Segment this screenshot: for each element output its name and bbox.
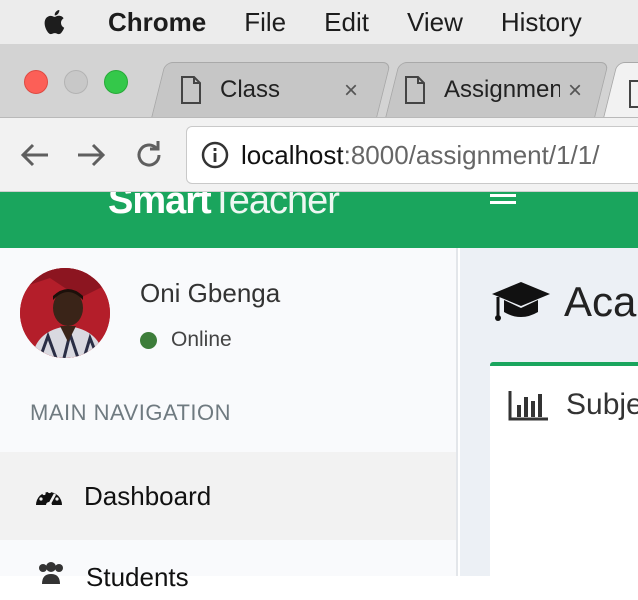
close-window-button[interactable] <box>24 70 48 94</box>
sidebar-item-label: Students <box>86 562 189 592</box>
forward-icon[interactable] <box>74 138 108 172</box>
box-title: Subjects <box>566 388 638 421</box>
browser-tabbar: Class × Assignment × <box>0 44 638 118</box>
app-header: SmartTeacher <box>0 192 638 248</box>
users-icon <box>39 562 63 584</box>
sidebar-toggle-icon[interactable] <box>490 194 516 208</box>
menu-history[interactable]: History <box>501 7 582 38</box>
tab-class[interactable]: Class <box>180 62 340 117</box>
menu-chrome[interactable]: Chrome <box>108 7 206 38</box>
sidebar-item-dashboard[interactable]: Dashboard <box>0 452 456 540</box>
logo-light: Teacher <box>210 192 340 222</box>
page-title: Academic <box>490 278 638 326</box>
user-name: Oni Gbenga <box>140 278 281 308</box>
tab-title: Class <box>220 76 281 103</box>
online-status-icon <box>140 331 157 349</box>
info-icon[interactable] <box>201 141 229 169</box>
menu-edit[interactable]: Edit <box>324 7 369 38</box>
sidebar: Oni Gbenga Online MAIN NAVIGATION Dashbo… <box>0 248 458 592</box>
main-content: Academic Subjects <box>460 248 638 576</box>
reload-icon[interactable] <box>132 138 166 172</box>
user-status-label: Online <box>171 328 232 351</box>
zoom-window-button[interactable] <box>104 70 128 94</box>
box-header: Subjects <box>508 388 638 422</box>
graduation-cap-icon <box>492 282 550 321</box>
minimize-window-button[interactable] <box>64 70 88 94</box>
logo-bold: Smart <box>108 192 212 222</box>
subjects-box: Subjects <box>490 362 638 576</box>
tab-title: Assignment <box>444 76 560 103</box>
page-title-text: Academic <box>564 278 638 325</box>
bar-chart-icon <box>508 391 548 421</box>
tab-assignment[interactable]: Assignment <box>404 62 560 117</box>
menu-file[interactable]: File <box>244 7 286 38</box>
page-icon <box>405 76 425 104</box>
avatar-image <box>20 268 110 358</box>
app-logo[interactable]: SmartTeacher <box>108 192 340 223</box>
nav-section-header: MAIN NAVIGATION <box>30 400 232 425</box>
url-path: :8000/assignment/1/1/ <box>343 139 600 170</box>
url-host: localhost <box>241 139 344 170</box>
apple-icon[interactable] <box>40 7 70 37</box>
user-status: Online <box>140 328 232 352</box>
back-icon[interactable] <box>18 138 52 172</box>
page-icon <box>629 80 638 108</box>
sidebar-item-label: Dashboard <box>84 480 212 511</box>
dashboard-icon <box>36 489 62 508</box>
menu-view[interactable]: View <box>407 7 463 38</box>
page-icon <box>181 76 201 104</box>
browser-toolbar: localhost:8000/assignment/1/1/ <box>0 118 638 192</box>
tab-close-icon[interactable]: × <box>344 79 358 103</box>
url-field[interactable]: localhost:8000/assignment/1/1/ <box>186 126 638 184</box>
tab-close-icon[interactable]: × <box>568 79 582 103</box>
avatar <box>20 268 110 358</box>
sidebar-item-students[interactable]: Students <box>0 540 456 600</box>
macos-menubar: Chrome File Edit View History <box>0 0 638 44</box>
